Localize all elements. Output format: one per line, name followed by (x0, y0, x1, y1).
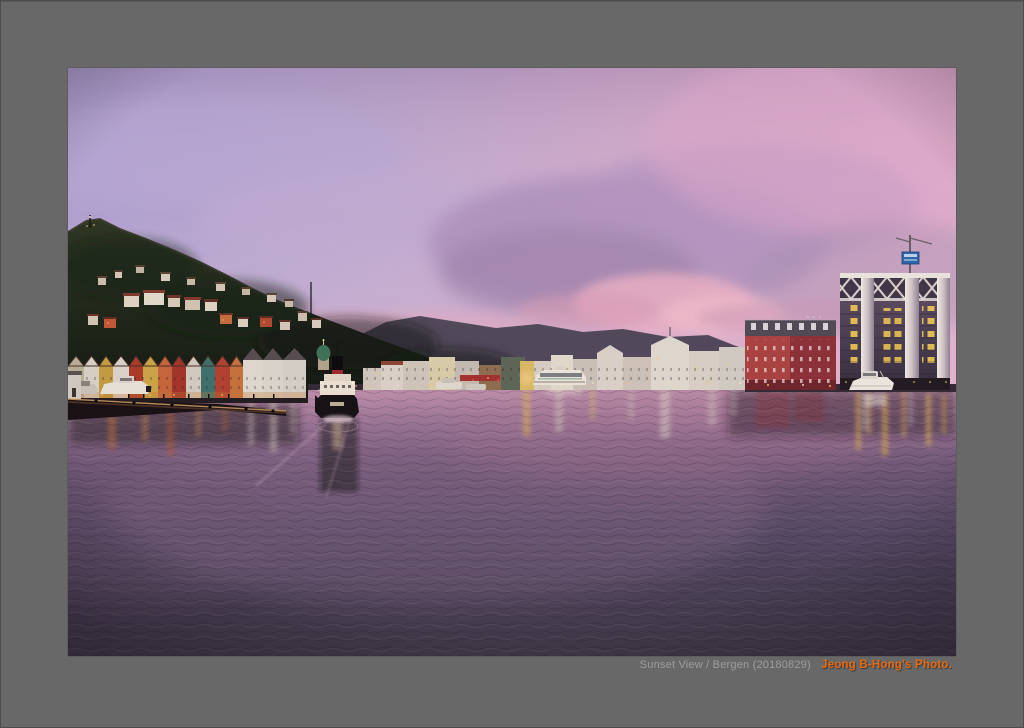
caption-title: Sunset View / Bergen (20180829) (639, 659, 811, 671)
photo-frame: Sunset View / Bergen (20180829) Jeong B-… (0, 0, 1024, 728)
bergen-sunset-photo (68, 68, 956, 656)
photograph (68, 68, 956, 656)
caption-credit: Jeong B-Hong's Photo. (821, 659, 952, 671)
caption: Sunset View / Bergen (20180829) Jeong B-… (640, 658, 952, 672)
vignette (68, 68, 956, 656)
